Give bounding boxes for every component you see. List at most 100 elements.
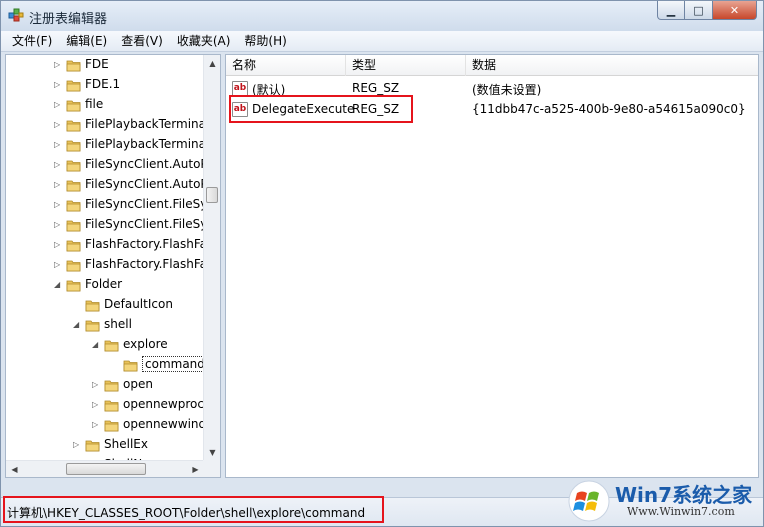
string-value-icon: ab xyxy=(232,81,248,96)
tree-vertical-scroll-thumb[interactable] xyxy=(206,187,218,203)
tree-node-label: explore xyxy=(123,337,168,351)
minimize-button[interactable]: ▁ xyxy=(657,1,685,20)
scroll-right-arrow-icon[interactable]: ▶ xyxy=(187,461,204,478)
tree-node-label: FileSyncClient.FileSync xyxy=(85,197,204,211)
expand-arrow-icon[interactable]: ▷ xyxy=(54,81,62,89)
tree-node-label: opennewprocess xyxy=(123,397,204,411)
tree-node[interactable]: command xyxy=(6,355,204,375)
minimize-icon: ▁ xyxy=(666,3,676,17)
value-row-delegateexecute[interactable]: ab DelegateExecute REG_SZ {11dbb47c-a525… xyxy=(226,99,758,120)
collapse-arrow-icon[interactable]: ◢ xyxy=(73,321,81,329)
tree-node[interactable]: ◢ shell xyxy=(6,315,204,335)
tree-node-label: DefaultIcon xyxy=(104,297,173,311)
menu-bar: 文件(F) 编辑(E) 查看(V) 收藏夹(A) 帮助(H) xyxy=(1,31,763,52)
tree-node[interactable]: ▷ FileSyncClient.AutoPlay xyxy=(6,155,204,175)
expand-arrow-icon[interactable]: ▷ xyxy=(92,421,100,429)
scroll-corner xyxy=(203,460,220,477)
tree-node[interactable]: ▷ FileSyncClient.FileSync xyxy=(6,215,204,235)
tree-node[interactable]: ▷ FileSyncClient.FileSync xyxy=(6,195,204,215)
regedit-app-icon xyxy=(8,8,24,22)
tree-node[interactable]: ▷ FileSyncClient.AutoPlay xyxy=(6,175,204,195)
expand-arrow-icon[interactable]: ▷ xyxy=(54,241,62,249)
tree-node[interactable]: ▷ open xyxy=(6,375,204,395)
expand-arrow-icon[interactable]: ▷ xyxy=(73,441,81,449)
tree-node[interactable]: ▷ FilePlaybackTerminal xyxy=(6,135,204,155)
expand-arrow-icon[interactable]: ▷ xyxy=(92,381,100,389)
tree-vertical-scrollbar[interactable]: ▲ ▼ xyxy=(203,55,220,461)
tree-node[interactable]: ▷ FlashFactory.FlashFactory xyxy=(6,235,204,255)
expand-arrow-icon[interactable]: ▷ xyxy=(54,201,62,209)
value-data: (数值未设置) xyxy=(472,83,542,97)
expand-arrow-icon[interactable]: ▷ xyxy=(54,121,62,129)
caption-buttons: ▁ □ ✕ xyxy=(657,1,757,21)
tree-node-label: FileSyncClient.AutoPlay xyxy=(85,157,204,171)
tree-node[interactable]: ▷ FDE.1 xyxy=(6,75,204,95)
menu-edit[interactable]: 编辑(E) xyxy=(59,31,114,52)
tree-node-label: FlashFactory.FlashFactory xyxy=(85,257,204,271)
tree-node[interactable]: ◢ explore xyxy=(6,335,204,355)
close-button[interactable]: ✕ xyxy=(713,1,757,20)
value-data: {11dbb47c-a525-400b-9e80-a54615a090c0} xyxy=(472,102,746,116)
tree-node-label: ShellEx xyxy=(104,437,148,451)
tree-node[interactable]: ▷ opennewwindow xyxy=(6,415,204,435)
close-icon: ✕ xyxy=(729,3,740,17)
expand-arrow-icon[interactable]: ▷ xyxy=(92,401,100,409)
folder-icon xyxy=(66,100,81,112)
tree-node-label: FilePlaybackTerminal xyxy=(85,117,204,131)
folder-icon xyxy=(104,400,119,412)
tree-node[interactable]: ▷ FilePlaybackTerminal xyxy=(6,115,204,135)
expand-arrow-icon[interactable]: ▷ xyxy=(54,181,62,189)
tree-node-label: FileSyncClient.AutoPlay xyxy=(85,177,204,191)
tree-node-label: opennewwindow xyxy=(123,417,204,431)
tree-node[interactable]: ▷ FDE xyxy=(6,55,204,75)
tree-node[interactable]: DefaultIcon xyxy=(6,295,204,315)
folder-icon xyxy=(104,420,119,432)
folder-icon xyxy=(104,380,119,392)
collapse-arrow-icon[interactable]: ◢ xyxy=(92,341,100,349)
column-header-name[interactable]: 名称 xyxy=(226,55,346,76)
value-type: REG_SZ xyxy=(352,102,400,116)
title-bar[interactable]: 注册表编辑器 ▁ □ ✕ xyxy=(1,1,763,31)
value-name: (默认) xyxy=(252,83,286,97)
tree-node[interactable]: ▷ opennewprocess xyxy=(6,395,204,415)
folder-icon xyxy=(85,440,100,452)
folder-icon xyxy=(66,260,81,272)
folder-icon xyxy=(66,200,81,212)
expand-arrow-icon[interactable]: ▷ xyxy=(54,101,62,109)
tree-node[interactable]: ▷ FlashFactory.FlashFactory xyxy=(6,255,204,275)
folder-icon xyxy=(66,240,81,252)
expand-arrow-icon[interactable]: ▷ xyxy=(54,161,62,169)
tree-node[interactable]: ▷ file xyxy=(6,95,204,115)
string-value-icon: ab xyxy=(232,102,248,117)
maximize-button[interactable]: □ xyxy=(685,1,713,20)
scroll-up-arrow-icon[interactable]: ▲ xyxy=(204,55,221,72)
registry-tree-pane: ▷ FDE ▷ FDE.1 ▷ file ▷ FilePlaybackTerminal ▷ Fil… xyxy=(5,54,221,478)
folder-icon xyxy=(66,140,81,152)
value-name: DelegateExecute xyxy=(252,102,355,116)
tree-node-label: Folder xyxy=(85,277,123,291)
tree-node[interactable]: ▷ ShellEx xyxy=(6,435,204,455)
watermark-url: Www.Winwin7.com xyxy=(627,505,735,518)
menu-view[interactable]: 查看(V) xyxy=(114,31,170,52)
collapse-arrow-icon[interactable]: ◢ xyxy=(54,281,62,289)
expand-arrow-icon[interactable]: ▷ xyxy=(54,61,62,69)
folder-icon xyxy=(66,60,81,72)
tree-horizontal-scroll-thumb[interactable] xyxy=(66,463,146,475)
tree-horizontal-scrollbar[interactable]: ◀ ▶ xyxy=(6,460,204,477)
tree-node[interactable]: ◢ Folder xyxy=(6,275,204,295)
expand-arrow-icon[interactable]: ▷ xyxy=(54,141,62,149)
expand-arrow-icon[interactable]: ▷ xyxy=(54,221,62,229)
column-header-type[interactable]: 类型 xyxy=(346,55,466,76)
folder-icon xyxy=(66,160,81,172)
scroll-down-arrow-icon[interactable]: ▼ xyxy=(204,444,221,461)
value-row-default[interactable]: ab (默认) REG_SZ (数值未设置) xyxy=(226,78,758,99)
regedit-window: 注册表编辑器 ▁ □ ✕ 文件(F) 编辑(E) 查看(V) 收藏夹(A) 帮助… xyxy=(0,0,764,527)
menu-file[interactable]: 文件(F) xyxy=(5,31,59,52)
tree-node-label: FDE.1 xyxy=(85,77,121,91)
folder-icon xyxy=(66,80,81,92)
menu-help[interactable]: 帮助(H) xyxy=(237,31,293,52)
expand-arrow-icon[interactable]: ▷ xyxy=(54,261,62,269)
menu-favorites[interactable]: 收藏夹(A) xyxy=(170,31,238,52)
column-header-data[interactable]: 数据 xyxy=(466,55,758,76)
scroll-left-arrow-icon[interactable]: ◀ xyxy=(6,461,23,478)
